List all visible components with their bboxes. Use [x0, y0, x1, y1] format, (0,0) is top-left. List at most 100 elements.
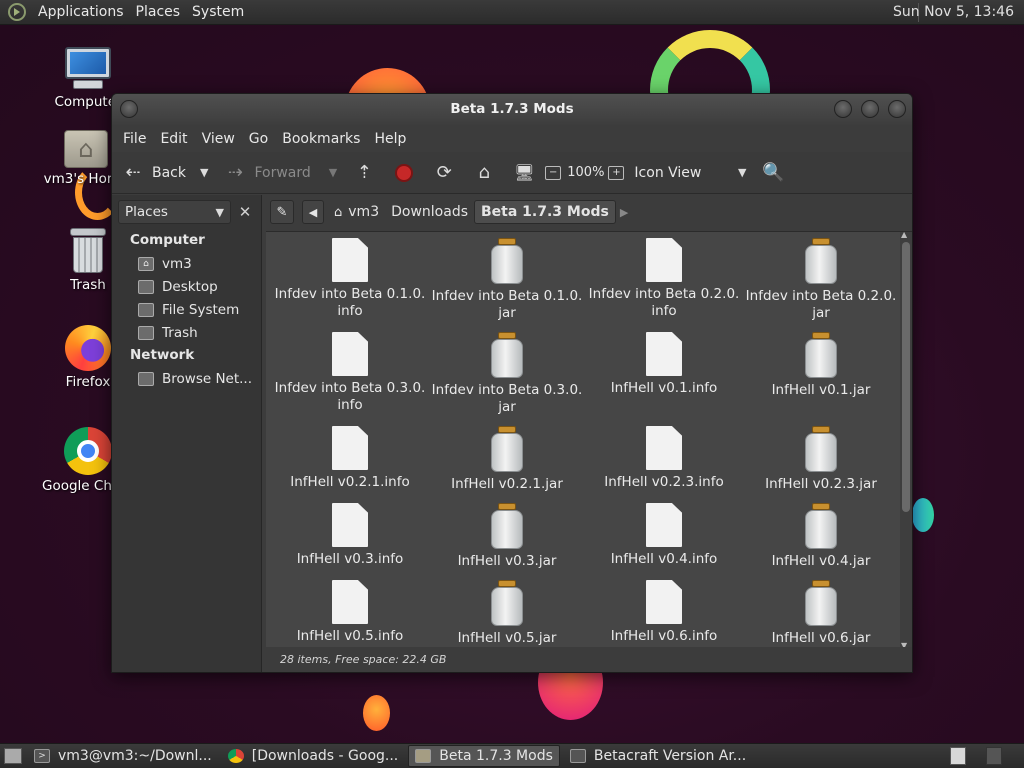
breadcrumb-current[interactable]: Beta 1.7.3 Mods: [474, 200, 616, 224]
path-right-icon[interactable]: ▶: [620, 206, 628, 219]
menu-go[interactable]: Go: [242, 131, 275, 147]
window-titlebar[interactable]: Beta 1.7.3 Mods: [112, 94, 912, 125]
sidebar-item-vm3[interactable]: ⌂ vm3: [112, 252, 261, 275]
minimize-button[interactable]: [834, 100, 852, 118]
applications-logo-icon[interactable]: [8, 3, 26, 21]
scroll-thumb[interactable]: [902, 242, 910, 512]
file-name: InfHell v0.6.info: [610, 628, 718, 644]
menu-places[interactable]: Places: [130, 4, 187, 20]
back-button[interactable]: ⇠ Back: [120, 158, 186, 188]
file-item[interactable]: InfHell v0.5.jar: [429, 580, 585, 647]
file-item[interactable]: Infdev into Beta 0.3.0. jar: [429, 332, 585, 416]
scroll-up-icon[interactable]: ▲: [901, 232, 907, 239]
menu-edit[interactable]: Edit: [153, 131, 194, 147]
file-item[interactable]: InfHell v0.3.jar: [429, 503, 585, 570]
back-history-dropdown-icon[interactable]: ▼: [200, 166, 208, 179]
edit-location-icon[interactable]: ✎: [270, 200, 294, 224]
workspace-2[interactable]: [986, 747, 1002, 765]
text-file-icon: [332, 332, 368, 376]
file-item[interactable]: InfHell v0.6.jar: [743, 580, 899, 647]
search-icon[interactable]: 🔍: [760, 160, 786, 186]
path-left-icon[interactable]: ◀: [302, 200, 324, 224]
task-label: Betacraft Version Ar...: [593, 748, 747, 764]
app-icon: [569, 749, 586, 763]
sidebar-item-trash[interactable]: Trash: [112, 321, 261, 344]
forward-button[interactable]: ⇢ Forward: [222, 158, 311, 188]
sidebar-item-desktop[interactable]: Desktop: [112, 275, 261, 298]
menu-view[interactable]: View: [195, 131, 242, 147]
file-item[interactable]: InfHell v0.6.info: [586, 580, 742, 645]
clock[interactable]: Sun Nov 5, 13:46: [893, 4, 1014, 20]
jar-file-icon: [491, 426, 523, 472]
task-label: [Downloads - Goog...: [251, 748, 399, 764]
file-item[interactable]: Infdev into Beta 0.3.0. info: [272, 332, 428, 414]
jar-file-icon: [491, 238, 523, 284]
side-pane: Places ▼ ✕ Computer ⌂ vm3 Desktop File S…: [112, 195, 262, 672]
zoom-out-icon[interactable]: −: [545, 165, 562, 180]
file-item[interactable]: InfHell v0.2.3.info: [586, 426, 742, 491]
close-side-pane-icon[interactable]: ✕: [235, 203, 255, 221]
breadcrumb-vm3[interactable]: ⌂ vm3: [328, 200, 385, 224]
file-name: InfHell v0.1.jar: [771, 382, 871, 398]
up-arrow-icon[interactable]: ⇡: [351, 160, 377, 186]
back-arrow-icon: ⇠: [125, 162, 141, 183]
side-section-computer: Computer: [130, 232, 205, 248]
text-file-icon: [646, 332, 682, 376]
stop-button[interactable]: [391, 160, 417, 186]
file-item[interactable]: InfHell v0.1.jar: [743, 332, 899, 399]
file-item[interactable]: Infdev into Beta 0.2.0. info: [586, 238, 742, 320]
text-file-icon: [646, 426, 682, 470]
menu-system[interactable]: System: [186, 4, 250, 20]
home-folder-icon: [64, 130, 108, 168]
task-file-manager[interactable]: Beta 1.7.3 Mods: [408, 745, 560, 767]
menubar: File Edit View Go Bookmarks Help: [112, 125, 912, 152]
file-item[interactable]: Infdev into Beta 0.1.0. jar: [429, 238, 585, 322]
task-terminal[interactable]: > vm3@vm3:~/Downl...: [28, 745, 218, 767]
menu-help[interactable]: Help: [367, 131, 413, 147]
view-mode-select[interactable]: Icon View ▼: [634, 158, 746, 188]
text-file-icon: [646, 580, 682, 624]
folder-icon: [415, 749, 432, 763]
file-item[interactable]: InfHell v0.2.3.jar: [743, 426, 899, 493]
maximize-button[interactable]: [861, 100, 879, 118]
menu-applications[interactable]: Applications: [32, 4, 130, 20]
jar-file-icon: [805, 238, 837, 284]
breadcrumb-downloads[interactable]: Downloads: [385, 200, 474, 224]
file-item[interactable]: InfHell v0.5.info: [272, 580, 428, 645]
file-item[interactable]: InfHell v0.4.jar: [743, 503, 899, 570]
text-file-icon: [332, 580, 368, 624]
vertical-scrollbar[interactable]: ▲ ▼: [900, 232, 912, 647]
forward-history-dropdown-icon[interactable]: ▼: [329, 166, 337, 179]
workspace-1[interactable]: [950, 747, 966, 765]
file-item[interactable]: InfHell v0.4.info: [586, 503, 742, 568]
home-icon: ⌂: [334, 204, 343, 220]
file-item[interactable]: InfHell v0.2.1.info: [272, 426, 428, 491]
file-item[interactable]: Infdev into Beta 0.2.0. jar: [743, 238, 899, 322]
sidebar-item-browse-network[interactable]: Browse Net...: [112, 367, 261, 390]
side-pane-selector[interactable]: Places ▼: [118, 200, 231, 224]
file-name: InfHell v0.2.3.info: [604, 474, 724, 490]
computer-icon[interactable]: 🖥: [511, 160, 537, 186]
task-chrome[interactable]: [Downloads - Goog...: [222, 745, 405, 767]
wallpaper-blob: [363, 695, 390, 731]
window-menu-button[interactable]: [120, 100, 138, 118]
sidebar-item-file-system[interactable]: File System: [112, 298, 261, 321]
file-item[interactable]: Infdev into Beta 0.1.0. info: [272, 238, 428, 320]
trash-icon: [138, 325, 154, 340]
jar-file-icon: [805, 332, 837, 378]
wallpaper-blob: [912, 498, 934, 532]
menu-bookmarks[interactable]: Bookmarks: [275, 131, 367, 147]
file-item[interactable]: InfHell v0.2.1.jar: [429, 426, 585, 493]
reload-icon[interactable]: ⟳: [431, 160, 457, 186]
menu-file[interactable]: File: [116, 131, 153, 147]
close-button[interactable]: [888, 100, 906, 118]
task-betacraft[interactable]: Betacraft Version Ar...: [564, 745, 752, 767]
file-item[interactable]: InfHell v0.1.info: [586, 332, 742, 397]
drive-icon: [138, 302, 154, 317]
zoom-in-icon[interactable]: +: [608, 165, 625, 180]
jar-file-icon: [491, 580, 523, 626]
file-manager-window: Beta 1.7.3 Mods File Edit View Go Bookma…: [111, 93, 913, 673]
show-desktop-icon[interactable]: [4, 748, 22, 764]
home-icon[interactable]: ⌂: [471, 160, 497, 186]
file-item[interactable]: InfHell v0.3.info: [272, 503, 428, 568]
